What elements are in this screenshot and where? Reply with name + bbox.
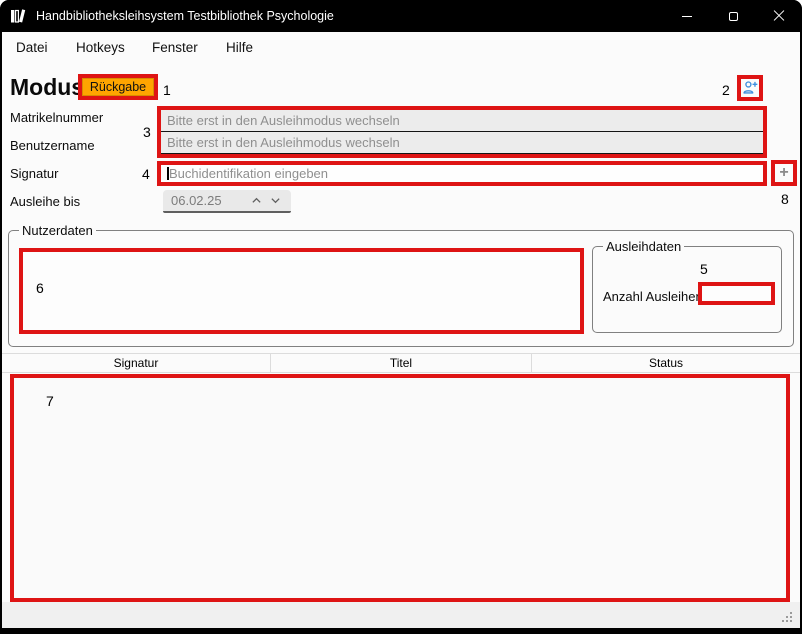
ausleihe-bis-label: Ausleihe bis	[10, 194, 80, 209]
window-body: Datei Hotkeys Fenster Hilfe Modus Rückga…	[2, 32, 800, 628]
anzahl-ausleihen-field[interactable]	[702, 286, 771, 301]
minimize-icon	[682, 16, 692, 17]
annotation-box-4	[157, 161, 767, 186]
annotation-box-8: +	[771, 160, 797, 186]
loans-table-body[interactable]	[14, 378, 786, 598]
ausleihe-bis-date-field[interactable]: 06.02.25	[163, 190, 291, 213]
nutzerdaten-display-area	[23, 252, 580, 330]
minimize-button[interactable]	[664, 0, 710, 32]
window-title: Handbibliotheksleihsystem Testbibliothek…	[36, 9, 334, 23]
annotation-box-2	[737, 75, 763, 101]
benutzername-input[interactable]	[161, 132, 763, 154]
chevron-down-icon[interactable]	[270, 195, 281, 206]
add-book-button[interactable]: +	[775, 164, 793, 182]
nutzerdaten-title: Nutzerdaten	[19, 223, 96, 238]
status-strip	[2, 602, 800, 628]
matrikelnummer-input[interactable]	[161, 110, 763, 132]
annotation-box-3	[157, 106, 767, 158]
titlebar: Handbibliotheksleihsystem Testbibliothek…	[0, 0, 802, 32]
add-user-button[interactable]	[741, 79, 759, 97]
annotation-box-5	[698, 282, 775, 305]
annotation-box-6	[19, 248, 584, 334]
maximize-icon	[729, 12, 738, 21]
modus-heading: Modus	[10, 74, 84, 101]
menu-item-hilfe[interactable]: Hilfe	[226, 40, 253, 55]
annotation-box-1: Rückgabe	[78, 74, 158, 100]
annotation-number-7: 7	[46, 393, 54, 409]
resize-grip-icon[interactable]	[782, 612, 784, 614]
annotation-number-8: 8	[781, 191, 789, 207]
close-icon	[773, 10, 785, 22]
annotation-number-3: 3	[143, 124, 151, 140]
person-add-icon	[742, 80, 758, 96]
ausleihe-bis-value: 06.02.25	[163, 193, 251, 208]
matrikelnummer-label: Matrikelnummer	[10, 110, 103, 125]
annotation-number-4: 4	[142, 166, 150, 182]
library-books-icon	[9, 7, 27, 25]
benutzername-label: Benutzername	[10, 138, 95, 153]
menu-item-datei[interactable]: Datei	[16, 40, 48, 55]
window-controls	[664, 0, 802, 32]
table-header-titel[interactable]: Titel	[271, 354, 532, 372]
text-caret	[167, 167, 169, 180]
signatur-input[interactable]	[161, 165, 763, 182]
ausleihdaten-title: Ausleihdaten	[603, 239, 684, 254]
maximize-button[interactable]	[710, 0, 756, 32]
mode-toggle-button[interactable]: Rückgabe	[82, 78, 154, 96]
table-header-signatur[interactable]: Signatur	[2, 354, 271, 372]
annotation-number-5: 5	[700, 261, 708, 277]
signatur-label: Signatur	[10, 166, 58, 181]
menu-item-fenster[interactable]: Fenster	[152, 40, 198, 55]
annotation-box-7	[10, 374, 790, 602]
anzahl-ausleihen-label: Anzahl Ausleihen	[603, 289, 703, 304]
app-window: Handbibliotheksleihsystem Testbibliothek…	[0, 0, 802, 634]
annotation-number-6: 6	[36, 280, 44, 296]
menu-item-hotkeys[interactable]: Hotkeys	[76, 40, 125, 55]
annotation-number-2: 2	[722, 82, 730, 98]
table-header-status[interactable]: Status	[532, 354, 800, 372]
ausleihdaten-groupbox: Ausleihdaten Anzahl Ausleihen 5	[592, 246, 782, 333]
chevron-up-icon[interactable]	[251, 195, 262, 206]
close-button[interactable]	[756, 0, 802, 32]
annotation-number-1: 1	[163, 82, 171, 98]
table-header-row: Signatur Titel Status	[2, 353, 800, 373]
